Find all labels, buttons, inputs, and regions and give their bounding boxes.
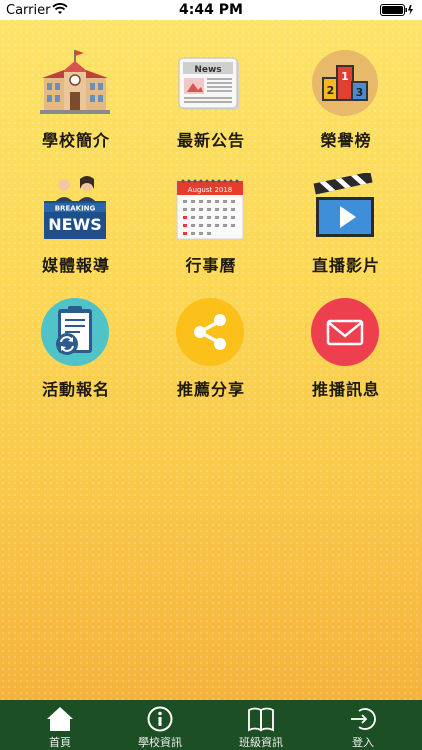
menu-item-event-signup[interactable]: 活動報名 xyxy=(6,269,146,399)
push-messages-label: 推播訊息 xyxy=(311,380,380,399)
menu-item-school-intro[interactable]: 學校簡介 xyxy=(6,20,146,150)
tab-login[interactable]: 登入 xyxy=(313,700,413,750)
info-icon xyxy=(147,706,173,732)
menu-item-announcements[interactable]: News 最新公告 xyxy=(141,20,281,150)
battery-icon xyxy=(380,4,414,20)
podium-third: 3 xyxy=(356,86,364,99)
podium-first: 1 xyxy=(341,70,349,83)
menu-item-recommend-share[interactable]: 推薦分享 xyxy=(141,269,281,399)
status-bar: Carrier 4:44 PM xyxy=(0,0,422,20)
tab-school-info[interactable]: 學校資訊 xyxy=(110,700,210,750)
bottom-tab-bar: 首頁 學校資訊 班級資訊 登入 xyxy=(0,700,422,750)
tab-class-info-label: 班級資訊 xyxy=(239,736,283,749)
home-icon xyxy=(47,707,73,731)
tab-class-info[interactable]: 班級資訊 xyxy=(211,700,311,750)
app-screen: Carrier 4:44 PM 學校簡介 News 最新公告 2 1 3 榮譽榜… xyxy=(0,0,422,750)
menu-item-honor-roll[interactable]: 2 1 3 榮譽榜 xyxy=(276,20,416,150)
menu-item-media-reports[interactable]: BREAKING NEWS 媒體報導 xyxy=(6,145,146,275)
clipboard-refresh-icon xyxy=(40,297,110,367)
login-icon xyxy=(351,708,376,730)
news-big-text: NEWS xyxy=(48,215,102,234)
recommend-share-label: 推薦分享 xyxy=(176,380,245,399)
mail-icon xyxy=(310,297,380,367)
menu-item-live-video[interactable]: 直播影片 xyxy=(276,145,416,275)
share-icon xyxy=(175,297,245,367)
menu-item-calendar[interactable]: August 2018 行事曆 xyxy=(141,145,281,275)
school-building-icon xyxy=(40,48,110,118)
menu-item-push-messages[interactable]: 推播訊息 xyxy=(276,269,416,399)
newspaper-icon: News xyxy=(175,48,245,118)
status-time: 4:44 PM xyxy=(179,2,243,18)
calendar-icon: August 2018 xyxy=(175,173,245,243)
tab-school-info-label: 學校資訊 xyxy=(138,736,182,749)
breaking-news-icon: BREAKING NEWS xyxy=(40,173,110,243)
clapperboard-icon xyxy=(310,171,380,243)
podium-icon: 2 1 3 xyxy=(310,48,380,118)
tab-login-label: 登入 xyxy=(352,736,374,749)
podium-second: 2 xyxy=(327,84,335,97)
breaking-text: BREAKING xyxy=(55,205,96,213)
tab-home[interactable]: 首頁 xyxy=(10,700,110,750)
event-signup-label: 活動報名 xyxy=(41,380,110,399)
book-icon xyxy=(248,707,274,732)
tab-home-label: 首頁 xyxy=(49,736,71,749)
newspaper-header-text: News xyxy=(194,65,221,75)
calendar-month-text: August 2018 xyxy=(188,186,233,194)
